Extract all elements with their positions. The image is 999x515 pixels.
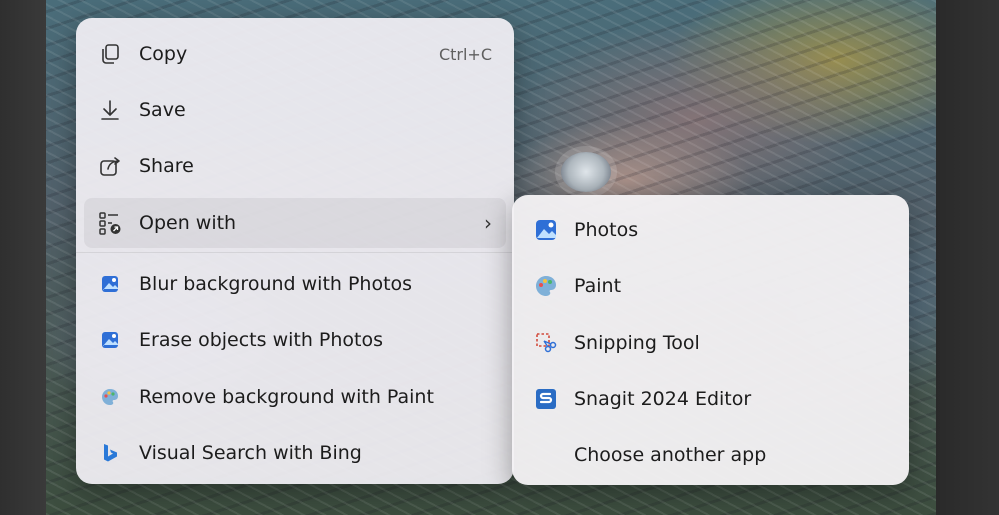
share-icon bbox=[98, 154, 122, 178]
menu-separator bbox=[76, 252, 514, 253]
menu-item-label: Open with bbox=[139, 212, 237, 234]
submenu-item-label: Photos bbox=[574, 219, 639, 241]
snipping-tool-icon bbox=[534, 331, 558, 355]
snagit-icon bbox=[534, 387, 558, 411]
submenu-item-choose-another-app[interactable]: Choose another app bbox=[520, 430, 901, 480]
menu-item-label: Erase objects with Photos bbox=[139, 329, 384, 351]
photos-icon bbox=[534, 218, 558, 242]
menu-item-label: Save bbox=[139, 99, 186, 121]
menu-item-share[interactable]: Share bbox=[84, 141, 506, 191]
submenu-item-label: Choose another app bbox=[574, 444, 767, 466]
menu-item-blur-background[interactable]: Blur background with Photos bbox=[84, 259, 506, 309]
menu-item-save[interactable]: Save bbox=[84, 85, 506, 135]
photos-icon bbox=[98, 272, 122, 296]
submenu-item-snagit[interactable]: Snagit 2024 Editor bbox=[520, 374, 901, 424]
menu-item-label: Share bbox=[139, 155, 194, 177]
submenu-item-label: Snipping Tool bbox=[574, 332, 700, 354]
download-icon bbox=[98, 98, 122, 122]
menu-item-label: Copy bbox=[139, 43, 188, 65]
menu-item-open-with[interactable]: Open with › bbox=[84, 198, 506, 248]
paint-icon bbox=[534, 274, 558, 298]
paint-icon bbox=[98, 385, 122, 409]
cuttlefish-eye bbox=[561, 152, 611, 192]
submenu-item-label: Paint bbox=[574, 275, 622, 297]
menu-item-visual-search[interactable]: Visual Search with Bing bbox=[84, 428, 506, 478]
shortcut-label: Ctrl+C bbox=[438, 44, 492, 64]
menu-item-label: Visual Search with Bing bbox=[139, 442, 362, 464]
open-with-submenu: Photos Paint Snipping Tool Snagit 2024 E… bbox=[512, 195, 909, 485]
left-frame bbox=[0, 0, 46, 515]
menu-item-label: Blur background with Photos bbox=[139, 273, 413, 295]
submenu-item-photos[interactable]: Photos bbox=[520, 205, 901, 255]
menu-item-label: Remove background with Paint bbox=[139, 386, 434, 408]
bing-icon bbox=[98, 441, 122, 465]
photos-icon bbox=[98, 328, 122, 352]
submenu-item-paint[interactable]: Paint bbox=[520, 261, 901, 311]
open-with-icon bbox=[98, 211, 122, 235]
chevron-right-icon: › bbox=[484, 211, 492, 235]
right-frame bbox=[936, 0, 999, 515]
submenu-item-snipping-tool[interactable]: Snipping Tool bbox=[520, 318, 901, 368]
copy-icon bbox=[98, 42, 122, 66]
submenu-item-label: Snagit 2024 Editor bbox=[574, 388, 752, 410]
menu-item-remove-background[interactable]: Remove background with Paint bbox=[84, 372, 506, 422]
context-menu: Copy Ctrl+C Save Share Open with › Blur … bbox=[76, 18, 514, 484]
menu-item-erase-objects[interactable]: Erase objects with Photos bbox=[84, 315, 506, 365]
menu-item-copy[interactable]: Copy Ctrl+C bbox=[84, 29, 506, 79]
